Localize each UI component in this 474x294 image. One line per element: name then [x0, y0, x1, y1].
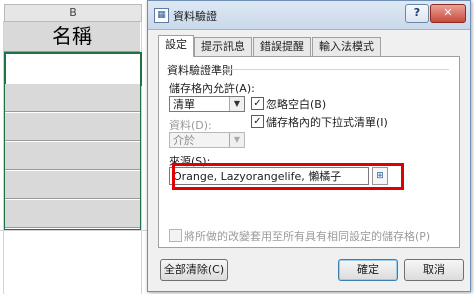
- close-button[interactable]: ✕: [430, 4, 466, 23]
- chevron-down-icon[interactable]: ▼: [229, 133, 244, 147]
- dialog-title: 資料驗證: [173, 10, 217, 23]
- grid-line: [0, 230, 147, 231]
- clear-all-button[interactable]: 全部清除(C): [160, 259, 228, 281]
- in-cell-dropdown-checkbox[interactable]: ✓: [251, 115, 264, 128]
- criteria-group-label: 資料驗證準則: [167, 64, 233, 77]
- column-header-b[interactable]: B: [4, 4, 142, 22]
- table-cell[interactable]: [4, 200, 140, 228]
- table-cell[interactable]: [4, 142, 140, 170]
- tab-ime-mode[interactable]: 輸入法模式: [312, 37, 381, 56]
- data-value: 介於: [173, 134, 195, 147]
- tab-error-alert[interactable]: 錯誤提醒: [253, 37, 311, 56]
- tab-input-message[interactable]: 提示訊息: [194, 37, 252, 56]
- table-cell[interactable]: [4, 84, 140, 112]
- group-divider: [221, 69, 449, 70]
- ignore-blank-label[interactable]: 忽略空白(B): [266, 96, 326, 112]
- data-validation-dialog: ▦ 資料驗證 ? ✕ 設定 提示訊息 錯誤提醒 輸入法模式 資料驗證準則 儲存格…: [147, 0, 471, 292]
- dialog-titlebar[interactable]: ▦ 資料驗證 ? ✕: [148, 1, 470, 30]
- allow-value: 清單: [173, 98, 195, 111]
- apply-all-checkbox[interactable]: [169, 229, 182, 242]
- data-select[interactable]: 介於 ▼: [169, 132, 245, 148]
- settings-panel: 資料驗證準則 儲存格內允許(A): 清單 ▼ ✓ 忽略空白(B) ✓ 儲存格內的…: [158, 56, 460, 248]
- help-button[interactable]: ?: [405, 4, 429, 23]
- source-input[interactable]: Orange, Lazyorangelife, 懶橘子: [169, 167, 369, 185]
- apply-all-label[interactable]: 將所做的改變套用至所有具有相同設定的儲存格(P): [184, 228, 430, 244]
- ok-button[interactable]: 確定: [338, 259, 398, 281]
- dialog-app-icon: ▦: [154, 8, 169, 23]
- chevron-down-icon[interactable]: ▼: [229, 97, 244, 111]
- data-label: 資料(D):: [169, 119, 212, 132]
- table-cell[interactable]: [4, 171, 140, 199]
- tab-settings[interactable]: 設定: [158, 35, 194, 57]
- allow-select[interactable]: 清單 ▼: [169, 96, 245, 112]
- header-cell[interactable]: 名稱: [4, 22, 140, 52]
- allow-label: 儲存格內允許(A):: [169, 82, 255, 95]
- ignore-blank-checkbox[interactable]: ✓: [251, 97, 264, 110]
- range-picker-icon[interactable]: ⊞: [372, 167, 388, 185]
- active-cell[interactable]: [4, 52, 142, 86]
- cancel-button[interactable]: 取消: [404, 259, 464, 281]
- table-cell[interactable]: [4, 113, 140, 141]
- in-cell-dropdown-label[interactable]: 儲存格內的下拉式清單(I): [266, 114, 388, 130]
